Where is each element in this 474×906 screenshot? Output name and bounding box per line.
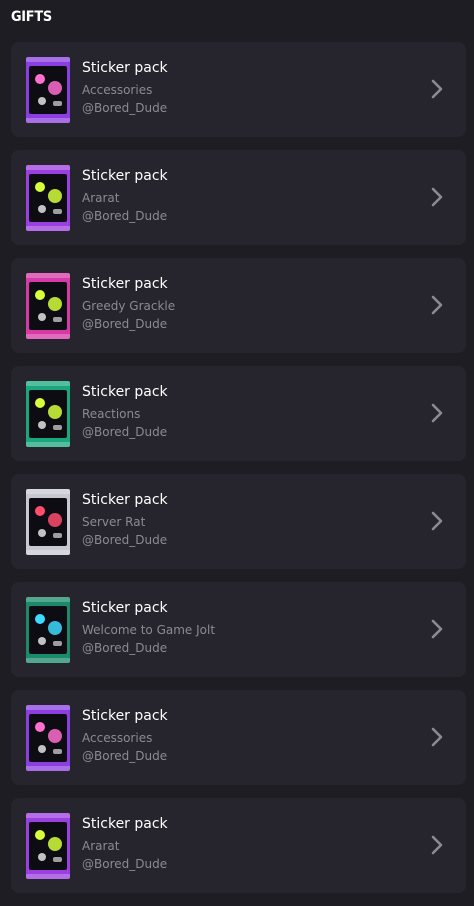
- gift-card[interactable]: Sticker pack Server Rat @Bored_Dude: [11, 474, 466, 569]
- chevron-right-icon[interactable]: [430, 186, 444, 208]
- welcome-pack-icon: [26, 597, 70, 663]
- accessories-pack-icon: [26, 705, 70, 771]
- pack-name: Welcome to Game Jolt: [82, 623, 216, 637]
- gift-title: Sticker pack: [82, 492, 168, 508]
- gift-owner: @Bored_Dude: [82, 641, 168, 655]
- gift-title: Sticker pack: [82, 708, 168, 724]
- gift-title: Sticker pack: [82, 168, 168, 184]
- gift-title: Sticker pack: [82, 816, 168, 832]
- pack-name: Accessories: [82, 731, 153, 745]
- chevron-right-icon[interactable]: [430, 510, 444, 532]
- chevron-right-icon[interactable]: [430, 618, 444, 640]
- accessories-pack-icon: [26, 57, 70, 123]
- gift-card[interactable]: Sticker pack Reactions @Bored_Dude: [11, 366, 466, 461]
- gift-list: Sticker pack Accessories @Bored_Dude Sti…: [11, 42, 466, 906]
- chevron-right-icon[interactable]: [430, 726, 444, 748]
- gift-owner: @Bored_Dude: [82, 209, 168, 223]
- chevron-right-icon[interactable]: [430, 78, 444, 100]
- gift-owner: @Bored_Dude: [82, 533, 168, 547]
- pack-name: Server Rat: [82, 515, 146, 529]
- greedy-grackle-pack-icon: [26, 273, 70, 339]
- gift-card[interactable]: Sticker pack Ararat @Bored_Dude: [11, 798, 466, 893]
- gift-card[interactable]: Sticker pack Accessories @Bored_Dude: [11, 42, 466, 137]
- gift-title: Sticker pack: [82, 276, 168, 292]
- ararat-pack-icon: [26, 165, 70, 231]
- gift-card[interactable]: Sticker pack Accessories @Bored_Dude: [11, 690, 466, 785]
- gift-title: Sticker pack: [82, 384, 168, 400]
- gift-owner: @Bored_Dude: [82, 857, 168, 871]
- gift-card[interactable]: Sticker pack Welcome to Game Jolt @Bored…: [11, 582, 466, 677]
- gift-owner: @Bored_Dude: [82, 749, 168, 763]
- gift-owner: @Bored_Dude: [82, 425, 168, 439]
- gift-owner: @Bored_Dude: [82, 317, 168, 331]
- pack-name: Reactions: [82, 407, 141, 421]
- gift-card[interactable]: Sticker pack Greedy Grackle @Bored_Dude: [11, 258, 466, 353]
- pack-name: Ararat: [82, 191, 120, 205]
- pack-name: Accessories: [82, 83, 153, 97]
- chevron-right-icon[interactable]: [430, 834, 444, 856]
- server-rat-pack-icon: [26, 489, 70, 555]
- pack-name: Greedy Grackle: [82, 299, 176, 313]
- pack-name: Ararat: [82, 839, 120, 853]
- chevron-right-icon[interactable]: [430, 402, 444, 424]
- gift-owner: @Bored_Dude: [82, 101, 168, 115]
- gift-title: Sticker pack: [82, 600, 168, 616]
- reactions-pack-icon: [26, 381, 70, 447]
- gift-title: Sticker pack: [82, 60, 168, 76]
- ararat-pack-icon: [26, 813, 70, 879]
- gifts-heading: GIFTS: [11, 9, 52, 25]
- chevron-right-icon[interactable]: [430, 294, 444, 316]
- gift-card[interactable]: Sticker pack Ararat @Bored_Dude: [11, 150, 466, 245]
